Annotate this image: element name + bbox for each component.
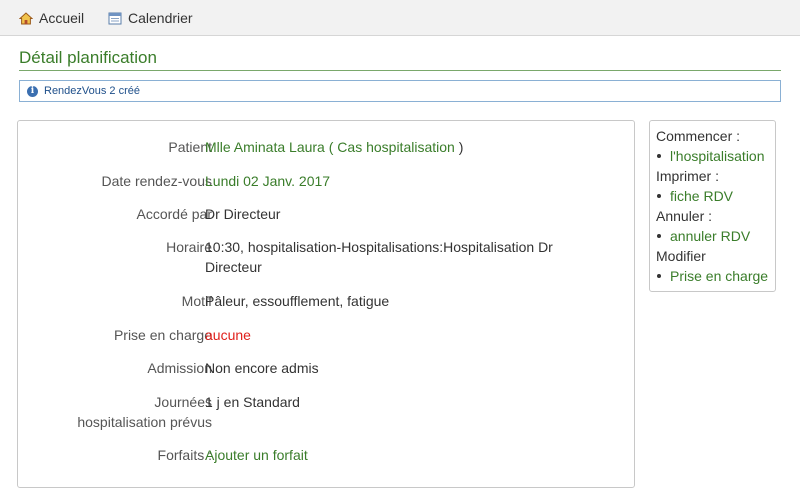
success-notice: i RendezVous 2 créé [19,80,781,102]
info-icon: i [27,85,38,97]
coverage-value: aucune [205,327,251,343]
nav-home-link[interactable]: Accueil [19,0,84,36]
start-link-label: l'hospitalisation [670,148,765,164]
bullet-icon [657,274,661,278]
date-value-link[interactable]: Lundi 02 Janv. 2017 [205,171,585,191]
notice-message: RendezVous 2 créé [44,85,141,97]
reason-value: Pâleur, essoufflement, fatigue [205,293,390,309]
start-heading: Commencer : [656,128,741,144]
schedule-value: 10:30, hospitalisation-Hospitalisations:… [205,239,553,275]
print-link-label: fiche RDV [670,188,734,204]
print-heading: Imprimer : [656,168,719,184]
granted-label: Accordé par [136,206,212,222]
page-title: Détail planification [19,48,157,67]
bullet-icon [657,194,661,198]
print-rdv-link[interactable]: fiche RDV [656,186,769,206]
add-package-link[interactable]: Ajouter un forfait [205,445,585,465]
date-label: Date rendez-vous [101,173,212,189]
patient-value: Mlle Aminata Laura ( Cas hospitalisation… [205,137,585,157]
patient-close-paren: ) [458,139,464,155]
patient-case-link[interactable]: Cas hospitalisation [337,139,455,155]
nav-calendar-label: Calendrier [128,10,193,26]
edit-heading: Modifier [656,248,706,264]
admission-value: Non encore admis [205,360,319,376]
bullet-icon [657,154,661,158]
coverage-label: Prise en charge [113,327,212,343]
admission-label: Admission [147,360,212,376]
start-hospitalisation-link[interactable]: l'hospitalisation [656,146,769,166]
reason-label: Motif [181,293,212,309]
home-icon [19,11,33,24]
packages-label: Forfaits : [157,447,212,463]
nav-calendar-link[interactable]: Calendrier [108,0,193,36]
cancel-rdv-link[interactable]: annuler RDV [656,226,769,246]
days-label: Journées hospitalisation prévus [77,394,212,430]
appointment-detail-panel: Patient Mlle Aminata Laura ( Cas hospita… [17,120,635,488]
granted-value: Dr Directeur [205,206,281,222]
title-divider [19,70,781,71]
schedule-label: Horaire [166,239,212,255]
top-navigation-bar: Accueil Calendrier [0,0,800,36]
edit-coverage-link[interactable]: Prise en charge [656,266,769,286]
nav-home-label: Accueil [39,10,85,26]
patient-label: Patient [168,139,212,155]
calendar-icon [108,12,122,25]
patient-name-link[interactable]: Mlle Aminata Laura [205,139,325,155]
patient-open-paren: ( [328,139,334,155]
edit-link-label: Prise en charge [670,268,769,284]
actions-sidebar: Commencer : l'hospitalisation Imprimer :… [649,120,776,292]
cancel-link-label: annuler RDV [670,228,751,244]
cancel-heading: Annuler : [656,208,713,224]
bullet-icon [657,234,661,238]
days-value: 1 j en Standard [205,394,300,410]
